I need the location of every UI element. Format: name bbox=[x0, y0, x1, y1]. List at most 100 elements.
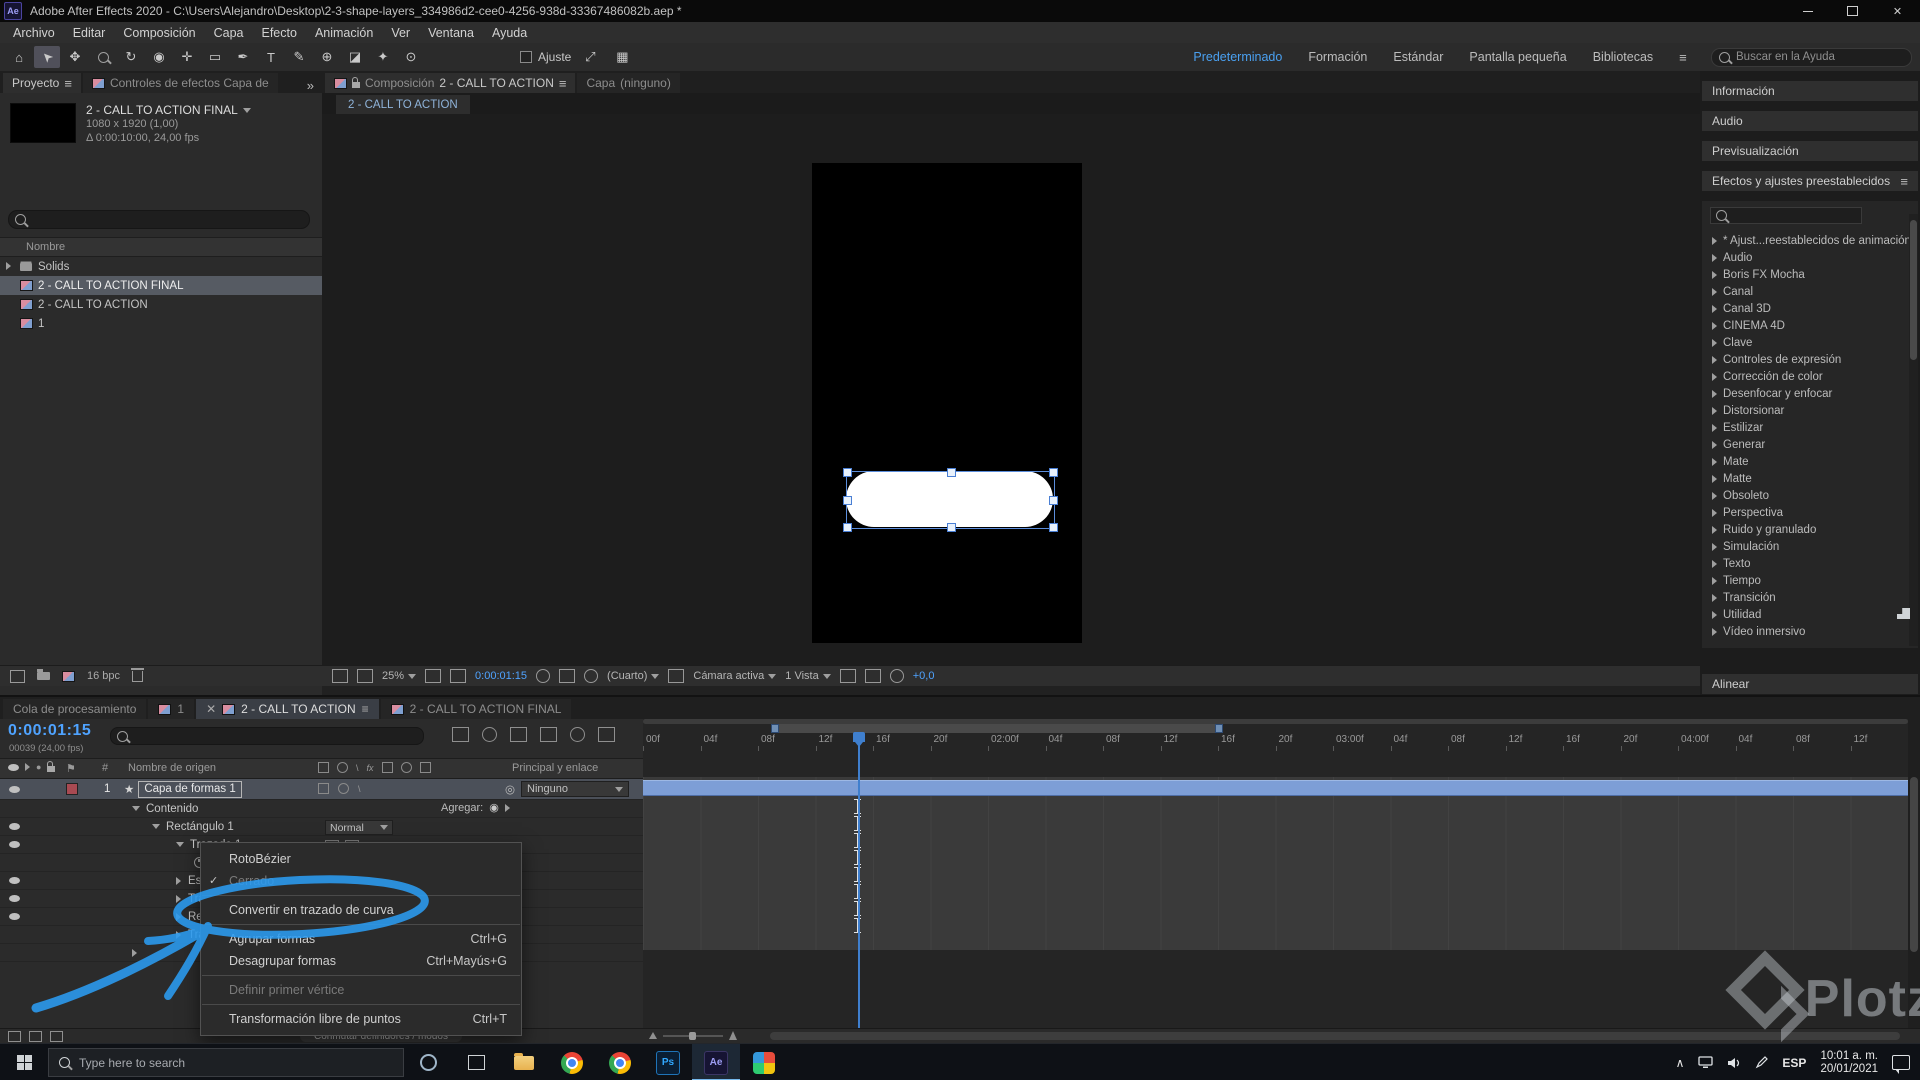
visibility-icon[interactable] bbox=[9, 841, 20, 848]
context-menu-item[interactable]: Convertir en trazado de curva bbox=[201, 899, 521, 921]
close-button[interactable]: ✕ bbox=[1875, 0, 1920, 22]
effects-category-row[interactable]: Texto bbox=[1702, 555, 1918, 572]
maximize-button[interactable] bbox=[1830, 0, 1875, 22]
workspace-tab[interactable]: Bibliotecas bbox=[1593, 50, 1653, 64]
taskbar-search-input[interactable]: Type here to search bbox=[48, 1048, 404, 1077]
draft-3d-icon[interactable] bbox=[482, 727, 497, 742]
selection-handle[interactable] bbox=[843, 468, 852, 477]
language-indicator[interactable]: ESP bbox=[1782, 1056, 1806, 1070]
disclosure-icon[interactable] bbox=[1712, 508, 1717, 517]
tab-composition[interactable]: Composición 2 - CALL TO ACTION ≡ bbox=[325, 73, 576, 93]
disclosure-icon[interactable] bbox=[6, 261, 14, 273]
project-table-header[interactable]: Nombre bbox=[0, 237, 322, 257]
current-time-indicator[interactable] bbox=[858, 732, 860, 1029]
selection-handle[interactable] bbox=[1049, 523, 1058, 532]
timeline-tab[interactable]: ✕ Cola de procesamiento ≡ bbox=[3, 699, 147, 719]
visibility-icon[interactable] bbox=[9, 823, 20, 830]
workspace-tab[interactable]: Predeterminado bbox=[1193, 50, 1282, 64]
effects-category-row[interactable]: * Ajust...reestablecidos de animación bbox=[1702, 232, 1918, 249]
menu-item[interactable]: Composición bbox=[114, 26, 204, 40]
grid-options-icon[interactable]: ▦ bbox=[609, 46, 635, 68]
effects-category-row[interactable]: Estilizar bbox=[1702, 419, 1918, 436]
rotation-tool[interactable]: ↻ bbox=[118, 46, 144, 68]
context-menu-item[interactable]: RotoBézier bbox=[201, 848, 521, 870]
start-button[interactable] bbox=[0, 1044, 48, 1080]
new-folder-icon[interactable] bbox=[37, 669, 50, 680]
disclosure-icon[interactable] bbox=[1712, 610, 1717, 619]
region-of-interest-icon[interactable] bbox=[559, 669, 576, 683]
work-area-bar[interactable] bbox=[771, 724, 1223, 733]
effects-category-row[interactable]: Vídeo inmersivo bbox=[1702, 623, 1918, 640]
timeline-zoom-control[interactable] bbox=[649, 1031, 737, 1040]
cortana-button[interactable] bbox=[404, 1044, 452, 1080]
disclosure-icon[interactable] bbox=[1712, 525, 1717, 534]
disclosure-icon[interactable] bbox=[1712, 627, 1717, 636]
time-ruler[interactable]: 00f 04f 08f 12f 16f 20f 02:00f 04f 08f 12f 16f 20f 0… bbox=[643, 733, 1908, 751]
menu-item[interactable]: Capa bbox=[205, 26, 253, 40]
disclosure-icon[interactable] bbox=[1712, 304, 1717, 313]
parent-select[interactable]: Ninguno bbox=[521, 781, 630, 797]
current-time-indicator-head[interactable] bbox=[853, 732, 865, 747]
shape-tool[interactable]: ▭ bbox=[202, 46, 228, 68]
interpret-footage-icon[interactable] bbox=[10, 669, 25, 683]
visibility-icon[interactable] bbox=[9, 877, 20, 884]
context-menu-item[interactable] bbox=[202, 1004, 520, 1005]
panel-menu-icon[interactable]: ≡ bbox=[1900, 174, 1908, 189]
selection-handle[interactable] bbox=[1049, 496, 1058, 505]
disclosure-icon[interactable] bbox=[1712, 338, 1717, 347]
expand-layer-switches-icon[interactable] bbox=[8, 1030, 21, 1042]
pixel-aspect-icon[interactable] bbox=[864, 669, 881, 683]
work-area-end-handle[interactable] bbox=[1215, 724, 1223, 733]
close-tab-icon[interactable]: ✕ bbox=[206, 702, 216, 716]
disclosure-icon[interactable] bbox=[1712, 576, 1717, 585]
motion-blur-icon[interactable] bbox=[570, 727, 585, 742]
delete-icon[interactable] bbox=[131, 667, 145, 682]
menu-item[interactable]: Ventana bbox=[419, 26, 483, 40]
view-select[interactable]: 1 Vista bbox=[785, 670, 831, 682]
current-time-display[interactable]: 0:00:01:15 bbox=[8, 722, 91, 740]
composition-frame[interactable] bbox=[812, 163, 1082, 643]
layer-switch-icon[interactable] bbox=[338, 783, 349, 794]
context-menu-item[interactable]: Definir primer vértice bbox=[201, 979, 521, 1001]
tab-layer[interactable]: Capa (ninguno) bbox=[577, 73, 680, 93]
effects-category-row[interactable]: Simulación bbox=[1702, 538, 1918, 555]
workspace-menu-icon[interactable]: ≡ bbox=[1679, 50, 1687, 65]
file-explorer-button[interactable] bbox=[500, 1044, 548, 1080]
minimize-button[interactable] bbox=[1785, 0, 1830, 22]
help-search-input[interactable]: Buscar en la Ayuda bbox=[1711, 47, 1912, 67]
zoom-out-icon[interactable] bbox=[649, 1032, 657, 1039]
context-menu-item[interactable] bbox=[202, 895, 520, 896]
tab-project[interactable]: Proyecto ≡ bbox=[3, 73, 81, 93]
fast-previews-icon[interactable] bbox=[889, 669, 904, 683]
context-menu-item[interactable] bbox=[202, 924, 520, 925]
selection-handle[interactable] bbox=[1049, 468, 1058, 477]
menu-item[interactable]: Ayuda bbox=[483, 26, 536, 40]
source-name-column[interactable]: Nombre de origen bbox=[128, 762, 216, 774]
photoshop-button[interactable]: Ps bbox=[644, 1044, 692, 1080]
effects-category-row[interactable]: Clave bbox=[1702, 334, 1918, 351]
effects-category-row[interactable]: Matte bbox=[1702, 470, 1918, 487]
menu-item[interactable]: Ver bbox=[382, 26, 419, 40]
effects-search-input[interactable] bbox=[1710, 207, 1862, 224]
panel-overflow-icon[interactable]: » bbox=[307, 78, 322, 93]
effects-category-row[interactable]: Desenfocar y enfocar bbox=[1702, 385, 1918, 402]
blend-mode-select[interactable]: Normal bbox=[325, 820, 393, 835]
zoom-slider[interactable] bbox=[663, 1031, 723, 1040]
effects-scrollbar[interactable] bbox=[1909, 214, 1918, 646]
disclosure-icon[interactable] bbox=[1712, 406, 1717, 415]
parent-link-column[interactable]: Principal y enlace bbox=[512, 762, 598, 774]
disclosure-icon[interactable] bbox=[176, 842, 184, 847]
effects-category-row[interactable]: CINEMA 4D bbox=[1702, 317, 1918, 334]
effects-category-row[interactable]: Obsoleto bbox=[1702, 487, 1918, 504]
disclosure-icon[interactable] bbox=[1712, 253, 1717, 262]
panel-header[interactable]: Audio bbox=[1702, 111, 1918, 131]
text-tool[interactable]: T bbox=[258, 46, 284, 68]
color-depth-button[interactable]: 16 bpc bbox=[87, 670, 120, 682]
home-tool[interactable]: ⌂ bbox=[6, 46, 32, 68]
workspace-tab[interactable]: Estándar bbox=[1393, 50, 1443, 64]
selection-handle[interactable] bbox=[843, 496, 852, 505]
camera-snapshot-icon[interactable] bbox=[536, 669, 551, 683]
layer-switch-icon[interactable] bbox=[318, 783, 329, 794]
effects-category-row[interactable]: Generar bbox=[1702, 436, 1918, 453]
zoom-tool[interactable] bbox=[90, 46, 116, 68]
